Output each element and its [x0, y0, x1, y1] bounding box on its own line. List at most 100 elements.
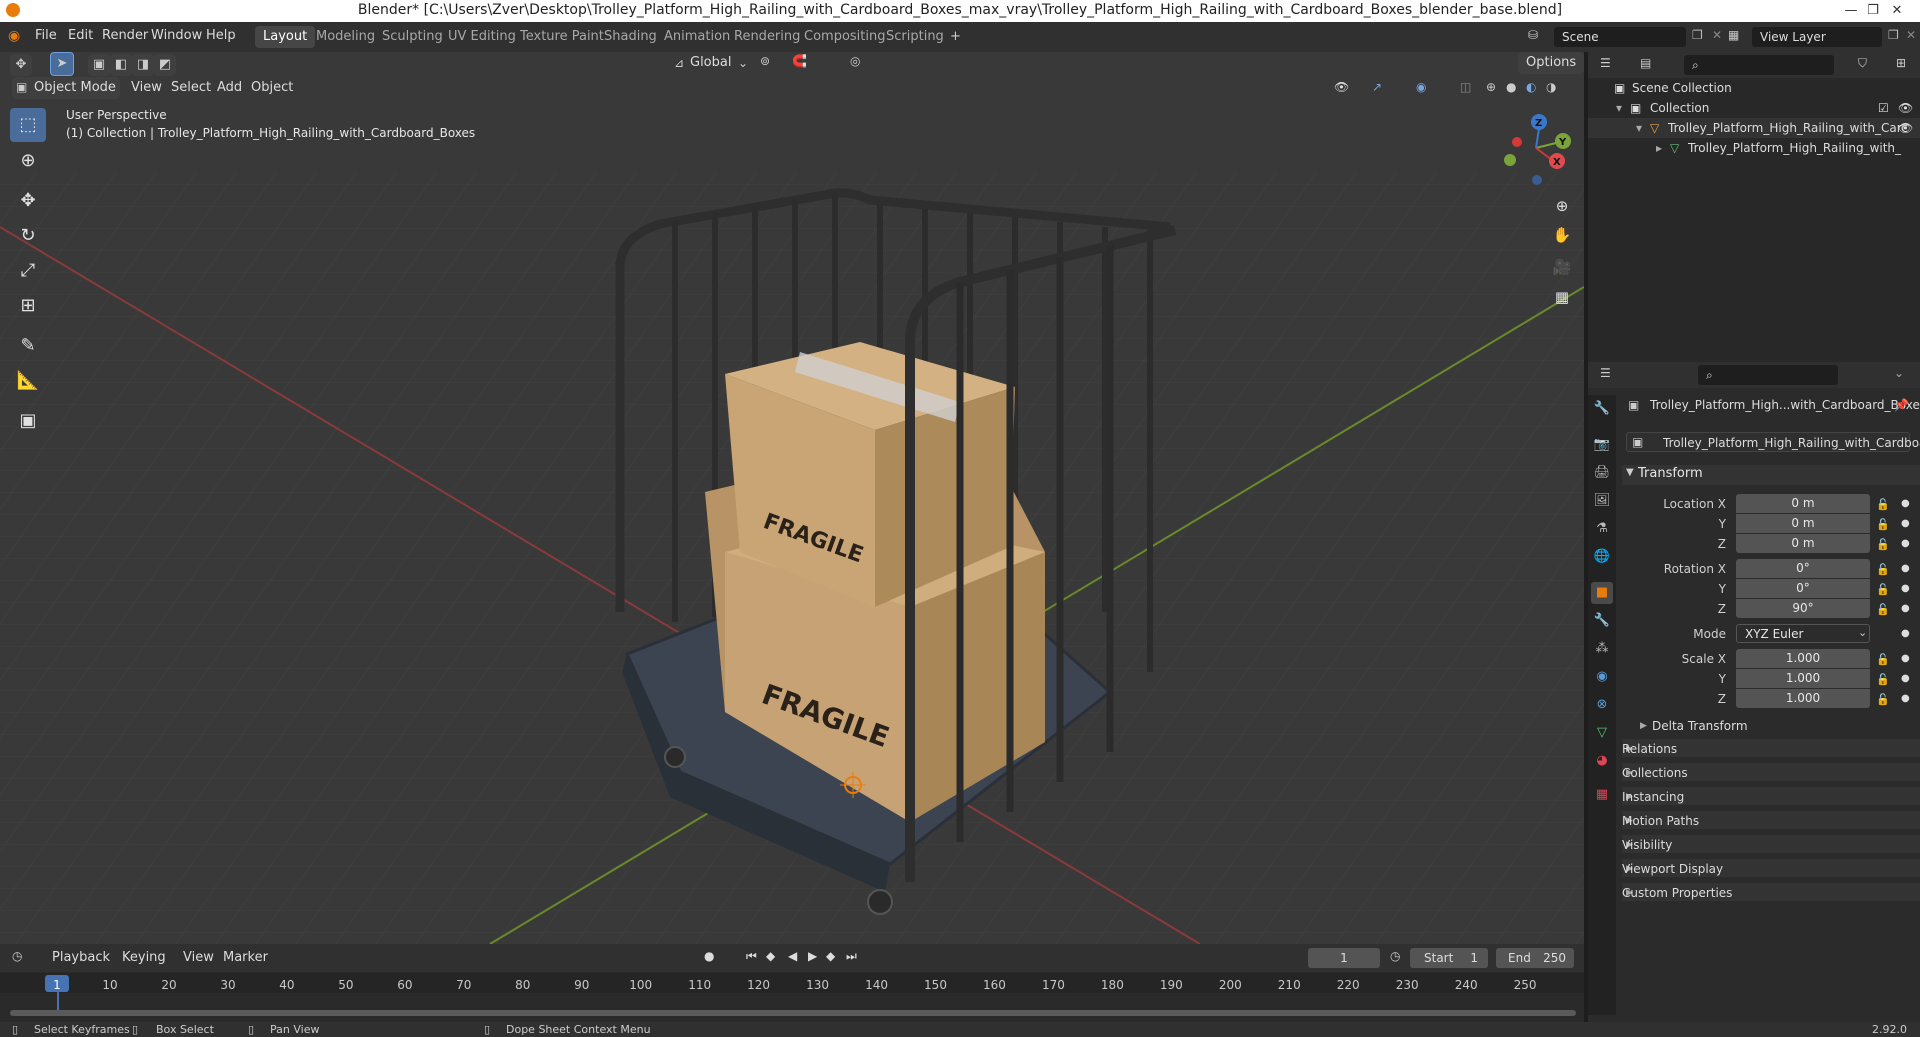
lock-icon[interactable]: 🔓 [1876, 653, 1890, 666]
collapse-triangle-icon[interactable]: ▼ [1626, 467, 1634, 478]
next-keyframe-icon[interactable]: ◆ [826, 949, 835, 963]
menu-edit[interactable]: Edit [68, 28, 93, 43]
keyframe-dot-icon[interactable]: ● [1901, 603, 1910, 614]
viewport-menu-object[interactable]: Object [251, 77, 293, 99]
rendered-shading-icon[interactable]: ◑ [1546, 80, 1556, 94]
scale-y-field[interactable]: 1.000 [1736, 669, 1870, 688]
jump-start-icon[interactable]: ⏮ [746, 949, 757, 964]
material-shading-icon[interactable]: ◐ [1526, 80, 1536, 94]
visibility-icon[interactable]: 👁 [1334, 80, 1349, 94]
panel-instancing[interactable]: Instancing [1622, 790, 1684, 804]
pivot-point-icon[interactable]: ⊚ [760, 54, 770, 68]
new-collection-icon[interactable]: ⊞ [1896, 56, 1906, 70]
filter-icon[interactable]: ⛉ [1858, 56, 1867, 71]
eye-icon[interactable]: 👁 [1898, 118, 1913, 138]
marker-menu[interactable]: Marker [223, 947, 268, 969]
editor-type-icon[interactable]: ✥ [10, 54, 32, 76]
panel-viewport-display[interactable]: Viewport Display [1622, 862, 1723, 876]
outliner-row-scene-collection[interactable]: ▣ Scene Collection [1588, 78, 1920, 98]
lock-icon[interactable]: 🔓 [1876, 563, 1890, 576]
panel-collections[interactable]: Collections [1622, 766, 1688, 780]
ortho-grid-icon[interactable]: ▦ [1548, 283, 1576, 311]
preview-range-icon[interactable]: ◷ [1390, 949, 1400, 963]
output-tab-icon[interactable]: 🖨 [1591, 462, 1613, 484]
keyframe-dot-icon[interactable]: ● [1901, 583, 1910, 594]
playback-menu[interactable]: Playback [52, 947, 110, 969]
overlay-toggle-icon[interactable]: ◉ [1416, 80, 1426, 94]
viewport-menu-view[interactable]: View [131, 77, 162, 99]
texture-tab-icon[interactable]: ▦ [1591, 784, 1613, 806]
keyframe-dot-icon[interactable]: ● [1901, 628, 1910, 639]
record-icon[interactable]: ● [704, 949, 714, 963]
keyframe-dot-icon[interactable]: ● [1901, 538, 1910, 549]
checkbox-icon[interactable]: ☑ [1878, 98, 1889, 118]
panel-custom-properties[interactable]: Custom Properties [1622, 886, 1732, 900]
snap-icon[interactable]: 🧲 [792, 54, 807, 68]
gizmo-y-label[interactable]: Y [1558, 137, 1567, 148]
data-tab-icon[interactable]: ▽ [1591, 722, 1613, 744]
keyframe-dot-icon[interactable]: ● [1901, 693, 1910, 704]
prev-keyframe-icon[interactable]: ◆ [766, 949, 775, 963]
scale-z-field[interactable]: 1.000 [1736, 689, 1870, 708]
view-layer-icon[interactable]: ▦ [1728, 28, 1739, 42]
object-data-field[interactable]: Trolley_Platform_High_Railing_with_Cardb… [1626, 432, 1920, 452]
add-cube-tool[interactable]: ▣ [10, 404, 46, 438]
display-mode-icon[interactable]: ▤ [1640, 56, 1651, 70]
scene-field[interactable]: Scene [1554, 27, 1686, 47]
render-tab-icon[interactable]: 📷 [1591, 434, 1613, 456]
lock-icon[interactable]: 🔓 [1876, 518, 1890, 531]
gizmo-toggle-icon[interactable]: ↗ [1372, 80, 1382, 94]
properties-editor-icon[interactable]: ☰ [1600, 366, 1611, 380]
panel-motion-paths[interactable]: Motion Paths [1622, 814, 1699, 828]
outliner-search-input[interactable]: ⌕ [1684, 55, 1834, 75]
close-button[interactable]: ✕ [1874, 0, 1920, 22]
keying-menu[interactable]: Keying [122, 947, 166, 969]
rotation-y-field[interactable]: 0° [1736, 579, 1870, 598]
play-reverse-icon[interactable]: ◀ [788, 949, 797, 963]
rotation-x-field[interactable]: 0° [1736, 559, 1870, 578]
annotate-tool[interactable]: ✎ [10, 329, 46, 363]
keyframe-dot-icon[interactable]: ● [1901, 498, 1910, 509]
rotate-tool[interactable]: ↻ [10, 219, 46, 253]
pin-icon[interactable]: 📌 [1894, 398, 1909, 412]
delta-transform-panel[interactable]: Delta Transform [1652, 719, 1748, 733]
panel-visibility[interactable]: Visibility [1622, 838, 1672, 852]
remove-view-layer-icon[interactable]: ✕ [1906, 28, 1916, 42]
outliner-row-mesh[interactable]: ▸ ▽ Trolley_Platform_High_Railing_with_ [1588, 138, 1920, 158]
lock-icon[interactable]: 🔓 [1876, 538, 1890, 551]
location-x-field[interactable]: 0 m [1736, 494, 1870, 513]
menu-help[interactable]: Help [206, 28, 236, 43]
new-view-layer-icon[interactable]: ❐ [1888, 28, 1899, 42]
location-z-field[interactable]: 0 m [1736, 534, 1870, 553]
add-workspace-button[interactable]: + [942, 26, 969, 48]
select-mode-extend-icon[interactable]: ◧ [110, 54, 132, 76]
transform-tool[interactable]: ⊞ [10, 289, 46, 323]
transform-orientation-dropdown[interactable]: Global [690, 52, 731, 74]
menu-render[interactable]: Render [102, 28, 148, 43]
collapse-triangle-icon[interactable]: ▾ [1636, 118, 1642, 138]
select-box-tool[interactable]: ⬚ [10, 108, 46, 142]
keyframe-dot-icon[interactable]: ● [1901, 563, 1910, 574]
eye-icon[interactable]: 👁 [1898, 98, 1913, 118]
outliner-editor-icon[interactable]: ☰ [1600, 56, 1611, 70]
panel-relations[interactable]: Relations [1622, 742, 1677, 756]
zoom-icon[interactable]: ⊕ [1548, 192, 1576, 220]
rotation-z-field[interactable]: 90° [1736, 599, 1870, 618]
select-mode-invert-icon[interactable]: ◩ [154, 54, 176, 76]
outliner-row-object[interactable]: ▾ ▽ Trolley_Platform_High_Railing_with_C… [1588, 118, 1920, 138]
tab-layout[interactable]: Layout [255, 26, 316, 48]
gizmo-x-label[interactable]: X [1553, 157, 1561, 168]
proportional-editing-icon[interactable]: ◎ [850, 54, 860, 68]
lock-icon[interactable]: 🔓 [1876, 498, 1890, 511]
remove-scene-icon[interactable]: ✕ [1712, 28, 1722, 42]
lock-icon[interactable]: 🔓 [1876, 673, 1890, 686]
select-tool-icon[interactable]: ➤ [50, 52, 74, 76]
timeline-view-menu[interactable]: View [183, 947, 214, 969]
menu-window[interactable]: Window [151, 28, 202, 43]
outliner-row-collection[interactable]: ▾ ▣ Collection ☑ 👁 [1588, 98, 1920, 118]
expand-triangle-icon[interactable]: ▸ [1656, 138, 1662, 158]
select-mode-new-icon[interactable]: ▣ [88, 54, 110, 76]
pan-hand-icon[interactable]: ✋ [1548, 221, 1576, 249]
tab-scripting[interactable]: Scripting [878, 26, 952, 48]
location-y-field[interactable]: 0 m [1736, 514, 1870, 533]
